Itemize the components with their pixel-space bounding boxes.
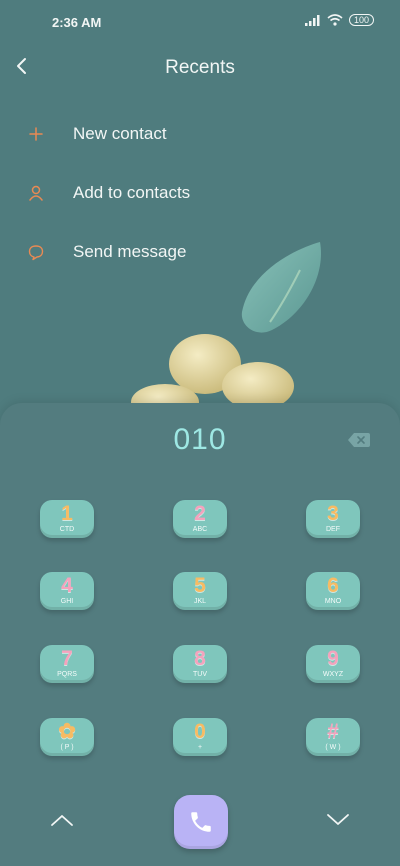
wifi-icon: [327, 14, 343, 26]
menu-item-label: Add to contacts: [73, 182, 191, 202]
status-time: 2:36 AM: [52, 15, 102, 30]
key-digit: 8: [194, 647, 206, 670]
menu-item-new-contact[interactable]: New contact: [0, 104, 400, 163]
plus-icon: [29, 126, 43, 141]
decorative-leaf-flower-illustration: [131, 242, 321, 410]
key-digit: 0: [194, 720, 206, 743]
chevron-down-icon[interactable]: [325, 812, 351, 828]
key-letters: DEF: [326, 526, 340, 533]
menu-item-label: New contact: [73, 123, 167, 143]
key-letters: ABC: [192, 526, 208, 533]
phone-icon: [191, 812, 211, 832]
dial-key-1[interactable]: 1 CTD: [40, 500, 94, 538]
key-letters: PQRS: [57, 671, 77, 678]
status-icons: 100: [304, 14, 374, 26]
call-button[interactable]: [174, 795, 228, 849]
key-letters: ( P ): [60, 744, 74, 751]
key-digit: 6: [327, 574, 339, 597]
dialer-panel: 010 1 CTD 2 ABC 3 DEF 4 GHI 5 JKL 6 MNO 7 PQRS …: [0, 403, 400, 866]
key-digit: 4: [61, 574, 73, 597]
signal-icon: [304, 14, 320, 26]
battery-icon: 100: [348, 14, 374, 26]
dial-key-2[interactable]: 2 ABC: [173, 500, 227, 538]
key-digit: #: [327, 720, 339, 743]
key-letters: TUV: [193, 671, 207, 678]
status-bar: 2:36 AM 100: [0, 0, 400, 44]
dial-key-9[interactable]: 9 WXYZ: [306, 645, 360, 683]
dial-key-0[interactable]: 0 +: [173, 718, 227, 756]
key-digit: 1: [61, 502, 73, 525]
dial-key-7[interactable]: 7 PQRS: [40, 645, 94, 683]
key-digit: 7: [61, 647, 73, 670]
page-title: Recents: [165, 57, 235, 78]
key-digit: 9: [327, 647, 339, 670]
backspace-icon[interactable]: [348, 433, 370, 447]
chevron-up-icon[interactable]: [49, 812, 75, 828]
key-digit: ✿: [58, 720, 76, 743]
key-digit: 5: [194, 574, 206, 597]
dial-key-6[interactable]: 6 MNO: [306, 572, 360, 610]
header: Recents: [0, 48, 400, 88]
dial-key-4[interactable]: 4 GHI: [40, 572, 94, 610]
key-letters: JKL: [193, 598, 207, 605]
person-icon: [29, 185, 43, 201]
key-letters: WXYZ: [322, 671, 344, 678]
key-letters: +: [197, 744, 203, 751]
dial-key-5[interactable]: 5 JKL: [173, 572, 227, 610]
dial-key-8[interactable]: 8 TUV: [173, 645, 227, 683]
key-digit: 3: [327, 502, 339, 525]
key-letters: CTD: [59, 526, 75, 533]
dialed-number-display: 010: [173, 423, 227, 456]
key-digit: 2: [194, 502, 206, 525]
dial-key-star[interactable]: ✿( P ): [40, 718, 94, 756]
key-letters: GHI: [60, 598, 74, 605]
key-letters: ( W ): [325, 744, 341, 751]
dial-key-3[interactable]: 3 DEF: [306, 500, 360, 538]
key-letters: MNO: [324, 598, 342, 605]
dial-key-hash[interactable]: #( W ): [306, 718, 360, 756]
menu-item-add-to-contacts[interactable]: Add to contacts: [0, 163, 400, 222]
